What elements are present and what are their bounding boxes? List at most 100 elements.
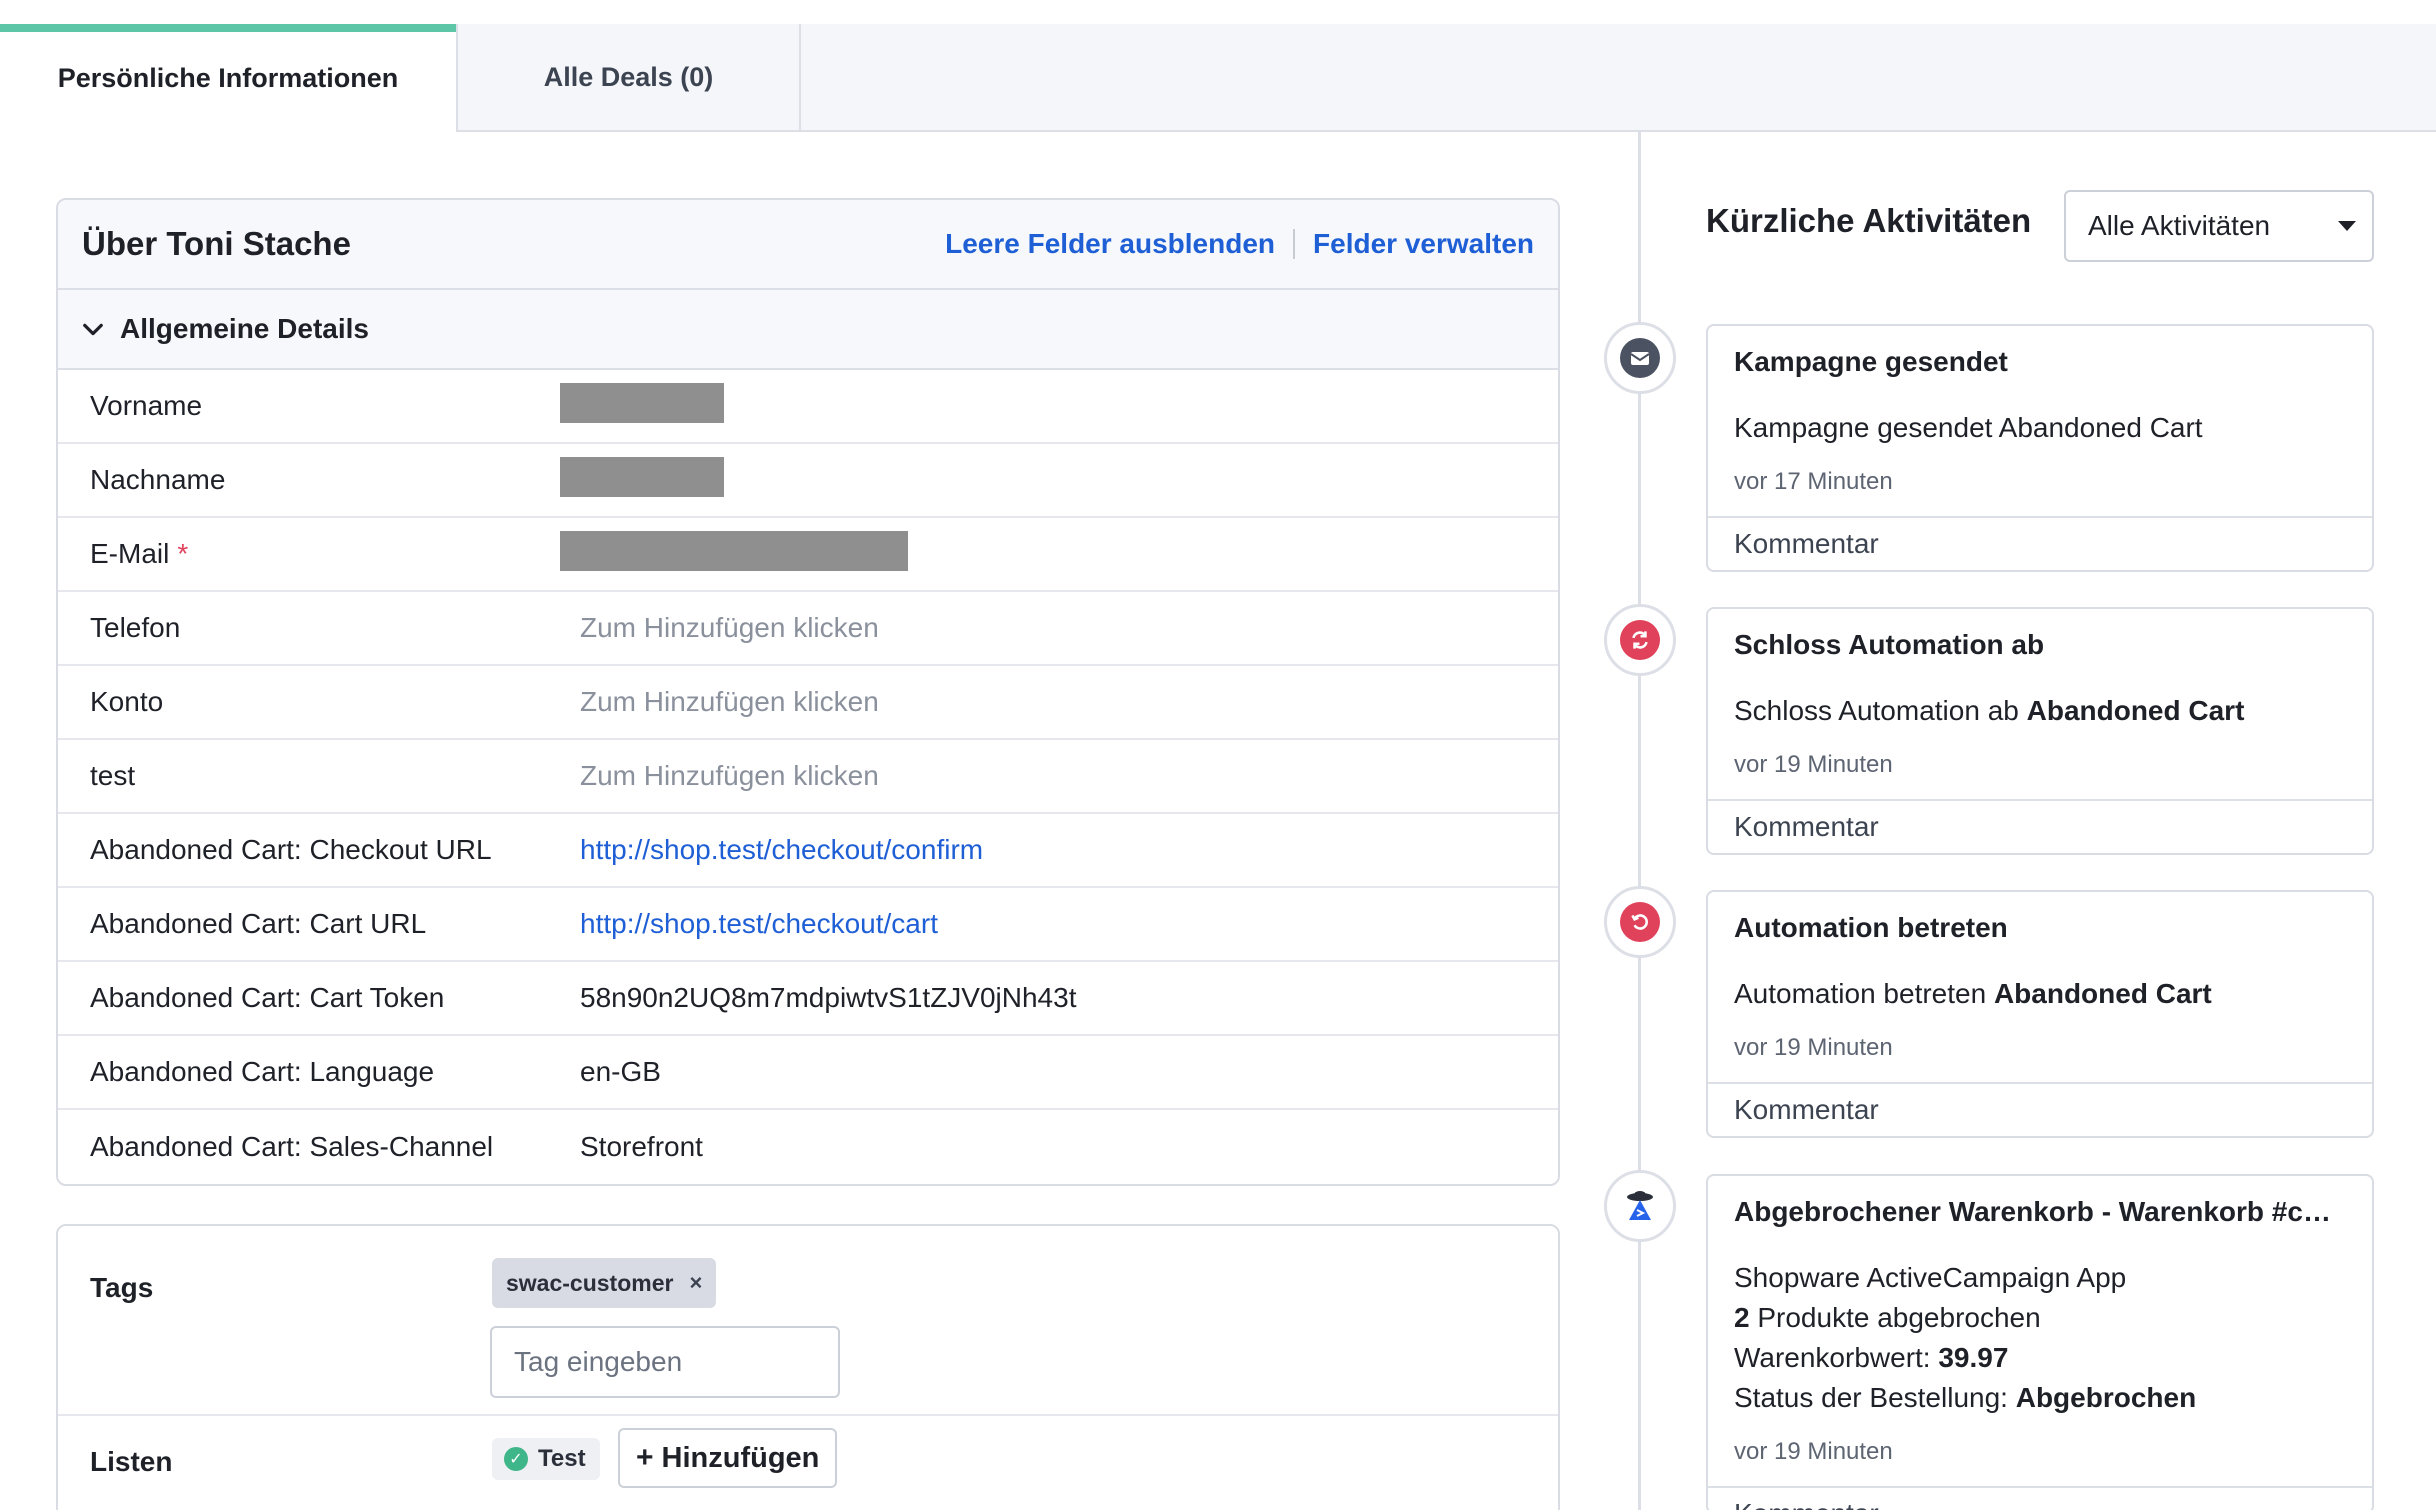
activity-filter-select[interactable]: Alle Aktivitäten bbox=[2064, 190, 2374, 262]
redacted-block bbox=[560, 382, 724, 423]
activity-time: vor 19 Minuten bbox=[1734, 751, 1893, 778]
field-row-sales-channel: Abandoned Cart: Sales-Channel Storefront bbox=[58, 1110, 1558, 1184]
comment-action[interactable]: Kommentar bbox=[1708, 799, 2372, 853]
tag-input[interactable] bbox=[490, 1326, 840, 1398]
language-value[interactable]: en-GB bbox=[560, 1056, 1558, 1088]
field-label: Vorname bbox=[90, 390, 203, 421]
field-label: Abandoned Cart: Cart URL bbox=[90, 908, 427, 939]
activity-time: vor 19 Minuten bbox=[1734, 1438, 1893, 1465]
field-row-test: test Zum Hinzufügen klicken bbox=[58, 740, 1558, 814]
cart-url-link[interactable]: http://shop.test/checkout/cart bbox=[560, 908, 1558, 940]
add-list-label: Hinzufügen bbox=[661, 1441, 820, 1474]
field-label: Konto bbox=[90, 686, 164, 717]
comment-action[interactable]: Kommentar bbox=[1708, 516, 2372, 570]
redacted-block bbox=[560, 456, 724, 497]
field-row-checkout-url: Abandoned Cart: Checkout URL http://shop… bbox=[58, 814, 1558, 888]
account-value[interactable]: Zum Hinzufügen klicken bbox=[560, 686, 1558, 718]
activity-card: Automation betreten Automation betreten … bbox=[1706, 890, 2374, 1138]
list-chip-label: Test bbox=[538, 1445, 586, 1472]
shopware-app-icon bbox=[1620, 1186, 1660, 1226]
recent-activity-title: Kürzliche Aktivitäten bbox=[1706, 202, 2032, 239]
product-count: 2 bbox=[1734, 1302, 1750, 1333]
list-chip: ✓ Test bbox=[492, 1438, 600, 1480]
automation-exit-icon bbox=[1620, 620, 1660, 660]
activity-card: Schloss Automation ab Schloss Automation… bbox=[1706, 607, 2374, 855]
field-row-cart-url: Abandoned Cart: Cart URL http://shop.tes… bbox=[58, 888, 1558, 962]
activity-filter-value: Alle Aktivitäten bbox=[2088, 210, 2271, 241]
activity-description: Schloss Automation ab Abandoned Cart bbox=[1734, 691, 2346, 731]
manage-fields-link[interactable]: Felder verwalten bbox=[1313, 228, 1534, 260]
remove-tag-icon[interactable]: × bbox=[689, 1270, 702, 1296]
last-name-value[interactable] bbox=[560, 456, 1558, 504]
hide-empty-fields-link[interactable]: Leere Felder ausblenden bbox=[945, 228, 1275, 260]
general-details-toggle[interactable]: Allgemeine Details bbox=[58, 290, 1558, 370]
activity-time: vor 19 Minuten bbox=[1734, 1034, 1893, 1061]
activity-title: Abgebrochener Warenkorb - Warenkorb #car… bbox=[1734, 1196, 2346, 1227]
test-value[interactable]: Zum Hinzufügen klicken bbox=[560, 760, 1558, 792]
about-card-title: Über Toni Stache bbox=[82, 225, 351, 262]
field-label: E-Mail * bbox=[58, 538, 560, 570]
order-status-line: Status der Bestellung: Abgebrochen bbox=[1734, 1378, 2346, 1418]
required-marker: * bbox=[177, 538, 189, 569]
timeline-node bbox=[1604, 1170, 1676, 1242]
first-name-value[interactable] bbox=[560, 382, 1558, 430]
sales-channel-value[interactable]: Storefront bbox=[560, 1131, 1558, 1163]
field-label: Abandoned Cart: Checkout URL bbox=[90, 834, 492, 865]
activity-description-text: Schloss Automation ab bbox=[1734, 695, 2019, 726]
comment-action[interactable]: Kommentar bbox=[1708, 1082, 2372, 1136]
activity-time: vor 17 Minuten bbox=[1734, 468, 1893, 495]
field-label: Abandoned Cart: Cart Token bbox=[90, 982, 445, 1013]
field-row-language: Abandoned Cart: Language en-GB bbox=[58, 1036, 1558, 1110]
field-list: Vorname Nachname E-Mail * Telefon Zum Hin… bbox=[58, 370, 1558, 1184]
activity-card: Abgebrochener Warenkorb - Warenkorb #car… bbox=[1706, 1174, 2374, 1510]
header-actions: Leere Felder ausblenden Felder verwalten bbox=[945, 228, 1534, 260]
products-abandoned-line: 2 Produkte abgebrochen bbox=[1734, 1298, 2346, 1338]
field-row-account: Konto Zum Hinzufügen klicken bbox=[58, 666, 1558, 740]
link-separator bbox=[1293, 229, 1296, 259]
tab-all-deals[interactable]: Alle Deals (0) bbox=[456, 24, 801, 132]
activity-title: Automation betreten bbox=[1734, 912, 2008, 943]
comment-action[interactable]: Kommentar bbox=[1708, 1486, 2372, 1510]
app-name: Shopware ActiveCampaign App bbox=[1734, 1262, 2127, 1293]
activity-description: Automation betreten Abandoned Cart bbox=[1734, 974, 2346, 1014]
field-label: Nachname bbox=[90, 464, 226, 495]
activity-title: Schloss Automation ab bbox=[1734, 629, 2045, 660]
add-list-button[interactable]: + Hinzufügen bbox=[618, 1428, 838, 1488]
automation-name: Abandoned Cart bbox=[2026, 695, 2245, 726]
timeline-node bbox=[1604, 604, 1676, 676]
field-label: Abandoned Cart: Sales-Channel bbox=[90, 1131, 494, 1162]
tab-bar-filler bbox=[801, 24, 2436, 132]
activity-description: Shopware ActiveCampaign App 2 Produkte a… bbox=[1734, 1258, 2346, 1418]
lists-label: Listen bbox=[90, 1446, 173, 1477]
cart-value-label: Warenkorbwert: bbox=[1734, 1342, 1931, 1373]
tab-personal-info[interactable]: Persönliche Informationen bbox=[0, 24, 456, 132]
activity-description-text: Automation betreten bbox=[1734, 978, 1987, 1009]
plus-icon: + bbox=[636, 1441, 654, 1474]
email-value[interactable] bbox=[560, 530, 1558, 578]
tags-label: Tags bbox=[90, 1272, 154, 1303]
automation-enter-icon bbox=[1620, 902, 1660, 942]
field-row-last-name: Nachname bbox=[58, 444, 1558, 518]
tags-row: Tags swac-customer × bbox=[58, 1226, 1558, 1416]
order-status-label: Status der Bestellung: bbox=[1734, 1382, 2008, 1413]
general-details-label: Allgemeine Details bbox=[120, 313, 369, 344]
tag-chip-label: swac-customer bbox=[506, 1269, 674, 1296]
caret-down-icon bbox=[2338, 221, 2356, 231]
tag-chip: swac-customer × bbox=[492, 1258, 717, 1308]
activity-card: Kampagne gesendet Kampagne gesendet Aban… bbox=[1706, 324, 2374, 572]
redacted-block bbox=[560, 530, 908, 571]
checkout-url-link[interactable]: http://shop.test/checkout/confirm bbox=[560, 834, 1558, 866]
order-status-value: Abgebrochen bbox=[2015, 1382, 2197, 1413]
timeline-node bbox=[1604, 322, 1676, 394]
phone-value[interactable]: Zum Hinzufügen klicken bbox=[560, 612, 1558, 644]
field-label: test bbox=[90, 760, 136, 791]
email-label-text: E-Mail bbox=[90, 538, 170, 569]
chevron-down-icon bbox=[83, 323, 103, 336]
check-circle-icon: ✓ bbox=[504, 1447, 528, 1471]
active-tab-indicator bbox=[0, 24, 456, 32]
field-row-first-name: Vorname bbox=[58, 370, 1558, 444]
field-row-phone: Telefon Zum Hinzufügen klicken bbox=[58, 592, 1558, 666]
cart-value-line: Warenkorbwert: 39.97 bbox=[1734, 1338, 2346, 1378]
lists-row: Listen ✓ Test + Hinzufügen bbox=[58, 1416, 1558, 1510]
cart-token-value[interactable]: 58n90n2UQ8m7mdpiwtvS1tZJV0jNh43t bbox=[560, 982, 1558, 1014]
